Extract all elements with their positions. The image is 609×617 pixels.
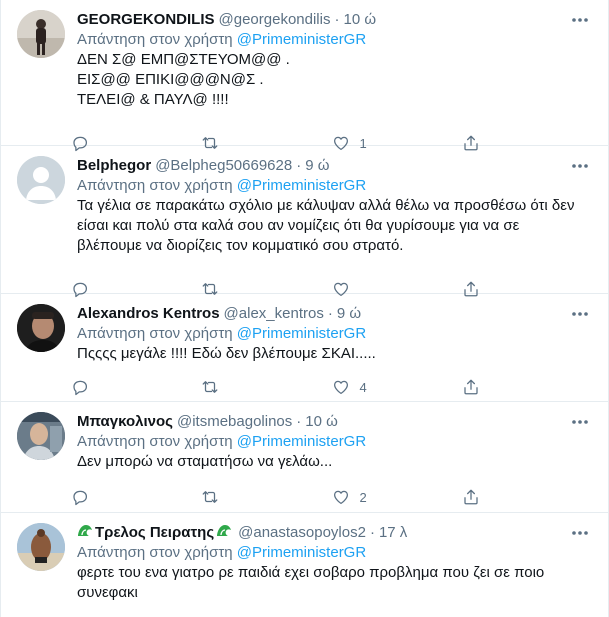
more-icon bbox=[572, 164, 588, 168]
reply-context: Απάντηση στον χρήστη @PrimeministerGR bbox=[77, 543, 592, 563]
display-name[interactable]: GEORGEKONDILIS bbox=[77, 10, 215, 30]
tweet-text: ΔΕΝ Σ@ ΕΜΠ@ΣΤΕΥΟΜ@@ . ΕΙΣ@@ ΕΠΙΚΙ@@@Ν@Σ … bbox=[77, 51, 290, 108]
more-button[interactable] bbox=[570, 523, 590, 543]
separator-dot: · bbox=[296, 157, 302, 174]
like-icon bbox=[333, 380, 348, 395]
timestamp[interactable]: 17 λ bbox=[379, 523, 407, 543]
display-name[interactable]: Alexandros Kentros bbox=[77, 304, 220, 324]
more-button[interactable] bbox=[570, 10, 590, 30]
reply-prefix: Απάντηση στον χρήστη bbox=[77, 177, 233, 194]
mention-link[interactable]: @PrimeministerGR bbox=[237, 325, 366, 342]
avatar-photo-icon bbox=[17, 10, 65, 58]
user-handle[interactable]: @itsmebagolinos bbox=[177, 412, 292, 432]
more-button[interactable] bbox=[570, 304, 590, 324]
default-avatar-icon bbox=[17, 156, 65, 204]
separator-dot: · bbox=[327, 305, 333, 322]
avatar[interactable] bbox=[17, 156, 65, 204]
user-handle[interactable]: @Belpheg50669628 bbox=[155, 156, 292, 176]
reply-context: Απάντηση στον χρήστη @PrimeministerGR bbox=[77, 432, 592, 452]
tweet-text: Τα γέλια σε παρακάτω σχόλιο με κάλυψαν α… bbox=[77, 197, 579, 254]
reply-button[interactable] bbox=[71, 488, 201, 506]
avatar[interactable] bbox=[17, 412, 65, 460]
wave-emoji-icon bbox=[216, 523, 232, 543]
avatar-photo-icon bbox=[17, 523, 65, 571]
retweet-icon bbox=[202, 381, 218, 393]
tweet[interactable]: Μπαγκολινος @itsmebagolinos · 10 ώ Απάντ… bbox=[1, 402, 608, 513]
tweet-text: φερτε του ενα γιατρο ρε παιδιά εχει σοβα… bbox=[77, 564, 549, 601]
more-icon bbox=[572, 18, 588, 22]
timestamp[interactable]: 9 ώ bbox=[337, 304, 361, 324]
separator-dot: · bbox=[369, 524, 375, 541]
retweet-button[interactable] bbox=[201, 488, 331, 506]
like-icon bbox=[333, 490, 348, 505]
user-handle[interactable]: @anastasopoylos2 bbox=[238, 523, 366, 543]
tweet-text: Πςςςς μεγάλε !!!! Εδώ δεν βλέπουμε ΣΚΑΙ.… bbox=[77, 345, 376, 362]
action-bar: 4 bbox=[71, 368, 592, 406]
retweet-icon bbox=[202, 491, 218, 503]
reply-context: Απάντηση στον χρήστη @PrimeministerGR bbox=[77, 30, 592, 50]
avatar-photo-icon bbox=[17, 412, 65, 460]
separator-dot: · bbox=[334, 11, 340, 28]
avatar[interactable] bbox=[17, 304, 65, 352]
more-button[interactable] bbox=[570, 156, 590, 176]
like-count: 2 bbox=[359, 489, 367, 505]
reply-button[interactable] bbox=[71, 378, 201, 396]
display-name[interactable]: Μπαγκολινος bbox=[77, 412, 173, 432]
share-button[interactable] bbox=[462, 378, 592, 396]
like-button[interactable]: 2 bbox=[332, 488, 462, 506]
separator-dot: · bbox=[296, 413, 302, 430]
user-handle[interactable]: @georgekondilis bbox=[219, 10, 331, 30]
reply-prefix: Απάντηση στον χρήστη bbox=[77, 325, 233, 342]
mention-link[interactable]: @PrimeministerGR bbox=[237, 433, 366, 450]
avatar[interactable] bbox=[17, 523, 65, 571]
timestamp[interactable]: 9 ώ bbox=[305, 156, 329, 176]
mention-link[interactable]: @PrimeministerGR bbox=[237, 544, 366, 561]
wave-emoji-icon bbox=[77, 523, 93, 543]
reply-icon bbox=[73, 490, 88, 506]
more-icon bbox=[572, 312, 588, 316]
like-count: 4 bbox=[359, 379, 367, 395]
reply-context: Απάντηση στον χρήστη @PrimeministerGR bbox=[77, 324, 592, 344]
tweet[interactable]: Alexandros Kentros @alex_kentros · 9 ώ Α… bbox=[1, 294, 608, 402]
avatar-photo-icon bbox=[17, 304, 65, 352]
mention-link[interactable]: @PrimeministerGR bbox=[237, 31, 366, 48]
display-name[interactable]: Τρελος Πειρατης bbox=[95, 523, 214, 543]
display-name[interactable]: Belphegor bbox=[77, 156, 151, 176]
tweet-text: Δεν μπορώ να σταματήσω να γελάω... bbox=[77, 453, 333, 470]
action-bar: 2 bbox=[71, 478, 592, 516]
retweet-button[interactable] bbox=[201, 378, 331, 396]
share-icon bbox=[464, 489, 478, 505]
tweet[interactable]: Belphegor @Belpheg50669628 · 9 ώ Απάντησ… bbox=[1, 146, 608, 298]
like-button[interactable]: 4 bbox=[332, 378, 462, 396]
reply-context: Απάντηση στον χρήστη @PrimeministerGR bbox=[77, 176, 592, 196]
mention-link[interactable]: @PrimeministerGR bbox=[237, 177, 366, 194]
reply-prefix: Απάντηση στον χρήστη bbox=[77, 433, 233, 450]
user-handle[interactable]: @alex_kentros bbox=[224, 304, 324, 324]
tweet[interactable]: Τρελος Πειρατης @anastasopoylos2 · 17 λ … bbox=[1, 513, 608, 617]
more-icon bbox=[572, 531, 588, 535]
share-icon bbox=[464, 379, 478, 395]
reply-feed: GEORGEKONDILIS @georgekondilis · 10 ώ Απ… bbox=[0, 0, 609, 617]
share-button[interactable] bbox=[462, 488, 592, 506]
tweet[interactable]: GEORGEKONDILIS @georgekondilis · 10 ώ Απ… bbox=[1, 0, 608, 152]
more-button[interactable] bbox=[570, 412, 590, 432]
avatar[interactable] bbox=[17, 10, 65, 58]
reply-prefix: Απάντηση στον χρήστη bbox=[77, 544, 233, 561]
reply-icon bbox=[73, 380, 88, 396]
timestamp[interactable]: 10 ώ bbox=[343, 10, 376, 30]
reply-prefix: Απάντηση στον χρήστη bbox=[77, 31, 233, 48]
timestamp[interactable]: 10 ώ bbox=[305, 412, 338, 432]
more-icon bbox=[572, 420, 588, 424]
